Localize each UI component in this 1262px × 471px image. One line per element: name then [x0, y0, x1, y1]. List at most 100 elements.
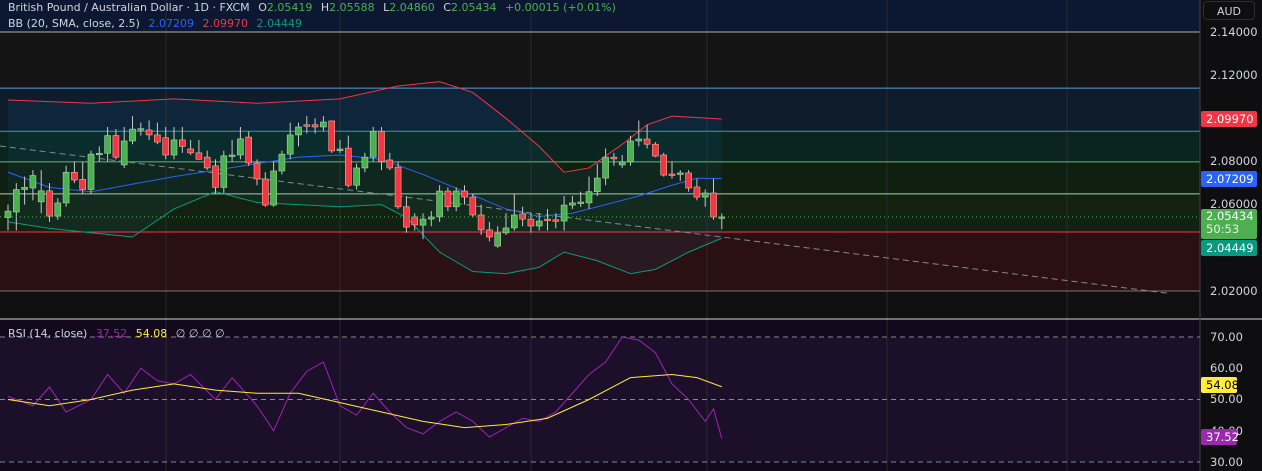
candle-body	[419, 218, 427, 226]
candle-body	[660, 154, 668, 176]
candle-body	[320, 121, 327, 128]
rsi-ma-tag: 54.08	[1201, 377, 1239, 393]
bb-lower-tag: 2.04449	[1201, 240, 1257, 256]
candle-body	[253, 162, 261, 180]
ohlc-close: C2.05434	[443, 1, 496, 14]
candle-body	[237, 138, 244, 156]
price-tick: 2.14000	[1210, 25, 1258, 39]
candle-body	[129, 128, 136, 142]
candle-body	[96, 152, 103, 156]
candle-body	[710, 192, 717, 218]
chart-canvas[interactable]	[0, 0, 1262, 471]
candle-body	[386, 159, 394, 169]
candle-body	[71, 171, 78, 181]
bb-basis-value: 2.07209	[148, 17, 194, 30]
candle-body	[137, 128, 145, 131]
bb-legend[interactable]: BB (20, SMA, close, 2.5) 2.07209 2.09970…	[8, 17, 307, 30]
candle-body	[676, 172, 684, 175]
change-value: +0.00015 (+0.01%)	[504, 1, 616, 14]
currency-button[interactable]: AUD	[1203, 1, 1255, 20]
rsi-tick: 60.00	[1210, 361, 1243, 375]
candle-body	[477, 214, 485, 231]
candle-body	[270, 170, 277, 206]
candle-body	[112, 135, 120, 158]
candle-body	[328, 120, 336, 152]
candle-body	[154, 134, 161, 143]
bar-countdown: 50:53	[1206, 222, 1240, 236]
candle-body	[502, 227, 510, 234]
price-tick: 2.02000	[1210, 284, 1258, 298]
candle-body	[652, 143, 659, 157]
candle-body	[411, 216, 419, 226]
candle-body	[685, 172, 692, 189]
candle-body	[494, 232, 502, 247]
bb-label: BB (20, SMA, close, 2.5)	[8, 17, 140, 30]
bb-basis-tag: 2.07209	[1201, 171, 1257, 187]
candle-body	[46, 190, 53, 217]
candle-body	[444, 190, 452, 208]
candle-body	[469, 196, 477, 216]
candle-body	[569, 202, 576, 206]
candle-body	[535, 220, 543, 227]
candle-body	[585, 191, 593, 204]
candle-body	[54, 202, 62, 217]
candle-body	[693, 186, 701, 198]
rsi-tick: 50.00	[1210, 392, 1243, 406]
candle-body	[610, 156, 618, 160]
candle-body	[228, 154, 236, 157]
candle-body	[286, 134, 294, 155]
candle-body	[361, 156, 369, 169]
candle-body	[436, 190, 443, 218]
candle-body	[311, 124, 319, 128]
rsi-extra-values: ∅ ∅ ∅ ∅	[175, 327, 225, 340]
candle-body	[104, 135, 111, 154]
candle-body	[427, 216, 435, 220]
last-price-tag: 2.05434 50:53	[1201, 209, 1257, 239]
candle-body	[552, 219, 560, 222]
rsi-legend[interactable]: RSI (14, close) 37.52 54.08 ∅ ∅ ∅ ∅	[8, 327, 230, 340]
open-value: 2.05419	[266, 1, 313, 14]
rsi-tick: 70.00	[1210, 330, 1243, 344]
bb-upper-value: 2.09970	[202, 17, 248, 30]
high-label: H	[320, 1, 330, 14]
candle-body	[245, 136, 252, 164]
candle-body	[145, 129, 153, 136]
symbol-legend: British Pound / Australian Dollar · 1D ·…	[8, 1, 621, 14]
candle-body	[344, 147, 352, 186]
candle-body	[668, 173, 676, 176]
candle-body	[187, 148, 194, 154]
candle-body	[527, 218, 535, 227]
candle-body	[261, 178, 269, 206]
price-tick: 2.08000	[1210, 154, 1258, 168]
candle-body	[701, 192, 709, 198]
close-value: 2.05434	[450, 1, 497, 14]
ohlc-open: O2.05419	[258, 1, 312, 14]
candle-body	[486, 229, 493, 238]
close-label: C	[443, 1, 451, 14]
candle-body	[29, 175, 37, 189]
candle-body	[278, 153, 286, 172]
candle-body	[87, 153, 95, 190]
low-value: 2.04860	[389, 1, 435, 14]
candle-body	[643, 138, 651, 145]
rsi-tick: 30.00	[1210, 455, 1243, 469]
rsi-value: 37.52	[95, 327, 128, 340]
candle-body	[295, 126, 302, 136]
rsi-ma-value: 54.08	[135, 327, 168, 340]
candle-body	[618, 161, 626, 166]
candle-body	[79, 179, 86, 190]
open-label: O	[258, 1, 267, 14]
symbol-title: British Pound / Australian Dollar · 1D ·…	[8, 1, 250, 14]
candle-body	[62, 171, 70, 204]
candle-body	[120, 140, 128, 166]
bb-lower-value: 2.04449	[256, 17, 302, 30]
candle-body	[369, 130, 377, 158]
candle-body	[162, 137, 169, 156]
candle-body	[461, 190, 468, 198]
candle-body	[452, 190, 460, 208]
candle-body	[718, 216, 726, 219]
candle-body	[170, 139, 178, 156]
candle-body	[560, 204, 568, 222]
high-value: 2.05588	[329, 1, 375, 14]
ohlc-high: H2.05588	[321, 1, 375, 14]
